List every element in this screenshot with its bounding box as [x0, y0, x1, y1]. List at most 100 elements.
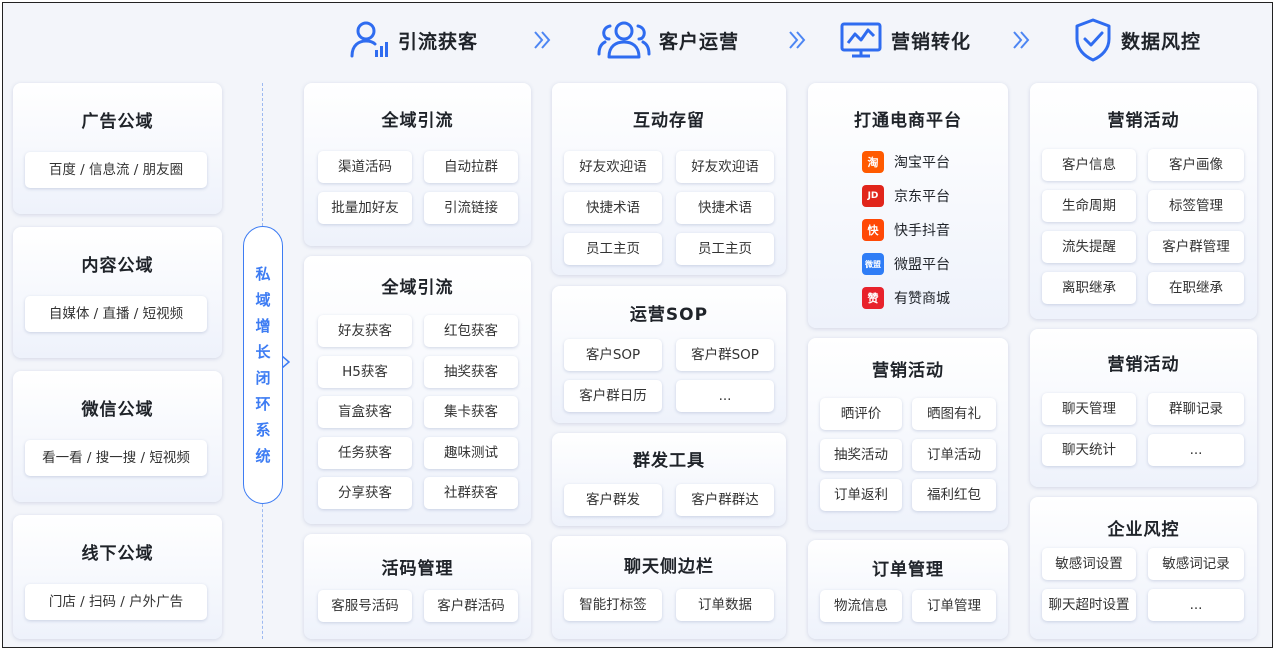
- chevron-double-right-icon: [534, 31, 551, 49]
- diagram-frame: 引流获客 客户运营 营销转化 数据风控 广告公域 百度 / 信息流 / 朋友圈 …: [2, 2, 1273, 648]
- feature-chip: 订单数据: [676, 589, 774, 621]
- domain-card: 内容公域 自媒体 / 直播 / 短视频: [13, 227, 222, 358]
- card-title: 聊天侧边栏: [624, 557, 714, 577]
- feature-chip: 好友欢迎语: [564, 151, 662, 183]
- feature-card-order: 订单管理 物流信息 订单管理: [808, 540, 1008, 639]
- feature-chip: 渠道活码: [318, 151, 412, 183]
- feature-chip: 聊天管理: [1042, 393, 1136, 425]
- caret-right-icon: [282, 356, 290, 368]
- feature-chip: 客户群群达: [676, 484, 774, 516]
- feature-chip: 客户画像: [1148, 149, 1244, 181]
- feature-chip: 客户群SOP: [676, 339, 774, 371]
- feature-card-sop: 运营SOP 客户SOP 客户群SOP 客户群日历 ...: [552, 286, 786, 423]
- domain-chip: 自媒体 / 直播 / 短视频: [25, 296, 207, 332]
- feature-card-acquisition: 全域引流 好友获客 红包获客 H5获客 抽奖获客 盲盒获客 集卡获客 任务获客 …: [304, 256, 531, 524]
- stage-label: 引流获客: [398, 30, 479, 53]
- card-title: 营销活动: [872, 361, 944, 381]
- loop-char: 环: [255, 395, 271, 413]
- loop-char: 域: [255, 291, 271, 309]
- dashed-connector: [262, 504, 263, 639]
- platform-name: 有赞商城: [894, 291, 950, 307]
- feature-chip: 客户SOP: [564, 339, 662, 371]
- card-title: 订单管理: [872, 560, 944, 580]
- feature-chip: 趣味测试: [424, 437, 518, 469]
- feature-chip: 抽奖获客: [424, 356, 518, 388]
- feature-chip: 任务获客: [318, 437, 412, 469]
- domain-chip: 百度 / 信息流 / 朋友圈: [25, 152, 207, 188]
- loop-char: 增: [255, 317, 271, 335]
- feature-card-chat: 营销活动 聊天管理 群聊记录 聊天统计 ...: [1030, 329, 1257, 487]
- feature-chip: H5获客: [318, 356, 412, 388]
- card-title: 营销活动: [1107, 111, 1180, 131]
- chevron-double-right-icon: [789, 31, 806, 49]
- feature-card-marketing: 营销活动 晒评价 晒图有礼 抽奖活动 订单活动 订单返利 福利红包: [808, 338, 1008, 530]
- domain-chip: 门店 / 扫码 / 户外广告: [25, 584, 207, 620]
- card-title: 打通电商平台: [854, 111, 962, 131]
- platform-row: 淘 淘宝平台: [862, 150, 950, 174]
- card-title: 全域引流: [381, 278, 454, 298]
- feature-card-mass-send: 群发工具 客户群发 客户群群达: [552, 433, 786, 526]
- feature-card-customer: 营销活动 客户信息 客户画像 生命周期 标签管理 流失提醒 客户群管理 离职继承…: [1030, 83, 1257, 319]
- platform-row: 快 快手抖音: [862, 218, 950, 242]
- feature-card-risk-control: 企业风控 敏感词设置 敏感词记录 聊天超时设置 ...: [1030, 497, 1257, 639]
- loop-char: 统: [255, 447, 271, 465]
- stage-label: 营销转化: [891, 30, 972, 53]
- domain-chip: 看一看 / 搜一搜 / 短视频: [25, 440, 207, 476]
- domain-title: 线下公域: [81, 544, 154, 564]
- feature-chip: 订单活动: [912, 439, 996, 471]
- stage-lead-acquisition: 引流获客: [348, 15, 478, 65]
- feature-card-chat-sidebar: 聊天侧边栏 智能打标签 订单数据: [552, 536, 786, 639]
- feature-card-ecommerce: 打通电商平台 淘 淘宝平台 JD 京东平台 快 快手抖音 微盟 微盟平台 赞 有…: [808, 83, 1008, 328]
- feature-chip: 员工主页: [564, 233, 662, 265]
- feature-chip: 聊天超时设置: [1042, 589, 1136, 621]
- platform-row: JD 京东平台: [862, 184, 950, 208]
- stage-label: 数据风控: [1121, 30, 1202, 53]
- weimob-icon: 微盟: [862, 253, 884, 275]
- youzan-icon: 赞: [862, 287, 884, 309]
- monitor-chart-icon: [840, 22, 882, 58]
- feature-card-live-code: 活码管理 客服号活码 客户群活码: [304, 534, 531, 639]
- stage-label: 客户运营: [659, 30, 740, 53]
- feature-chip: ...: [1148, 589, 1244, 621]
- platform-name: 微盟平台: [894, 257, 950, 273]
- stage-customer-operation: 客户运营: [597, 15, 739, 65]
- feature-chip: 分享获客: [318, 477, 412, 509]
- loop-char: 闭: [255, 369, 271, 387]
- feature-card-interaction: 互动存留 好友欢迎语 好友欢迎语 快捷术语 快捷术语 员工主页 员工主页: [552, 83, 786, 275]
- closed-loop-label: 私 域 增 长 闭 环 系 统: [243, 226, 283, 504]
- card-title: 企业风控: [1107, 520, 1180, 540]
- card-title: 营销活动: [1107, 355, 1180, 375]
- feature-chip: 批量加好友: [318, 192, 412, 224]
- feature-chip: 聊天统计: [1042, 434, 1136, 466]
- card-title: 互动存留: [633, 111, 705, 131]
- feature-chip: 离职继承: [1042, 272, 1136, 304]
- users-icon: [597, 21, 651, 59]
- user-chart-icon: [350, 21, 388, 58]
- feature-chip: 盲盒获客: [318, 396, 412, 428]
- platform-name: 京东平台: [894, 189, 950, 205]
- feature-chip: 集卡获客: [424, 396, 518, 428]
- loop-char: 长: [255, 343, 271, 361]
- feature-chip: 客户信息: [1042, 149, 1136, 181]
- feature-chip: 智能打标签: [564, 589, 662, 621]
- feature-chip: 社群获客: [424, 477, 518, 509]
- dashed-connector: [262, 83, 263, 226]
- loop-char: 系: [255, 421, 271, 439]
- feature-chip: 客户群发: [564, 484, 662, 516]
- platform-row: 微盟 微盟平台: [862, 252, 950, 276]
- taobao-icon: 淘: [862, 151, 884, 173]
- shield-check-icon: [1075, 18, 1111, 62]
- card-title: 群发工具: [633, 451, 705, 471]
- domain-title: 微信公域: [81, 400, 154, 420]
- feature-chip: 物流信息: [820, 590, 902, 622]
- platform-name: 快手抖音: [894, 223, 950, 239]
- feature-chip: 敏感词记录: [1148, 548, 1244, 580]
- domain-title: 广告公域: [81, 112, 154, 132]
- jd-icon: JD: [862, 185, 884, 207]
- card-title: 活码管理: [381, 559, 454, 579]
- domain-card: 微信公域 看一看 / 搜一搜 / 短视频: [13, 371, 222, 502]
- feature-chip: 快捷术语: [564, 192, 662, 224]
- feature-chip: 红包获客: [424, 315, 518, 347]
- feature-chip: 自动拉群: [424, 151, 518, 183]
- card-title: 全域引流: [381, 111, 454, 131]
